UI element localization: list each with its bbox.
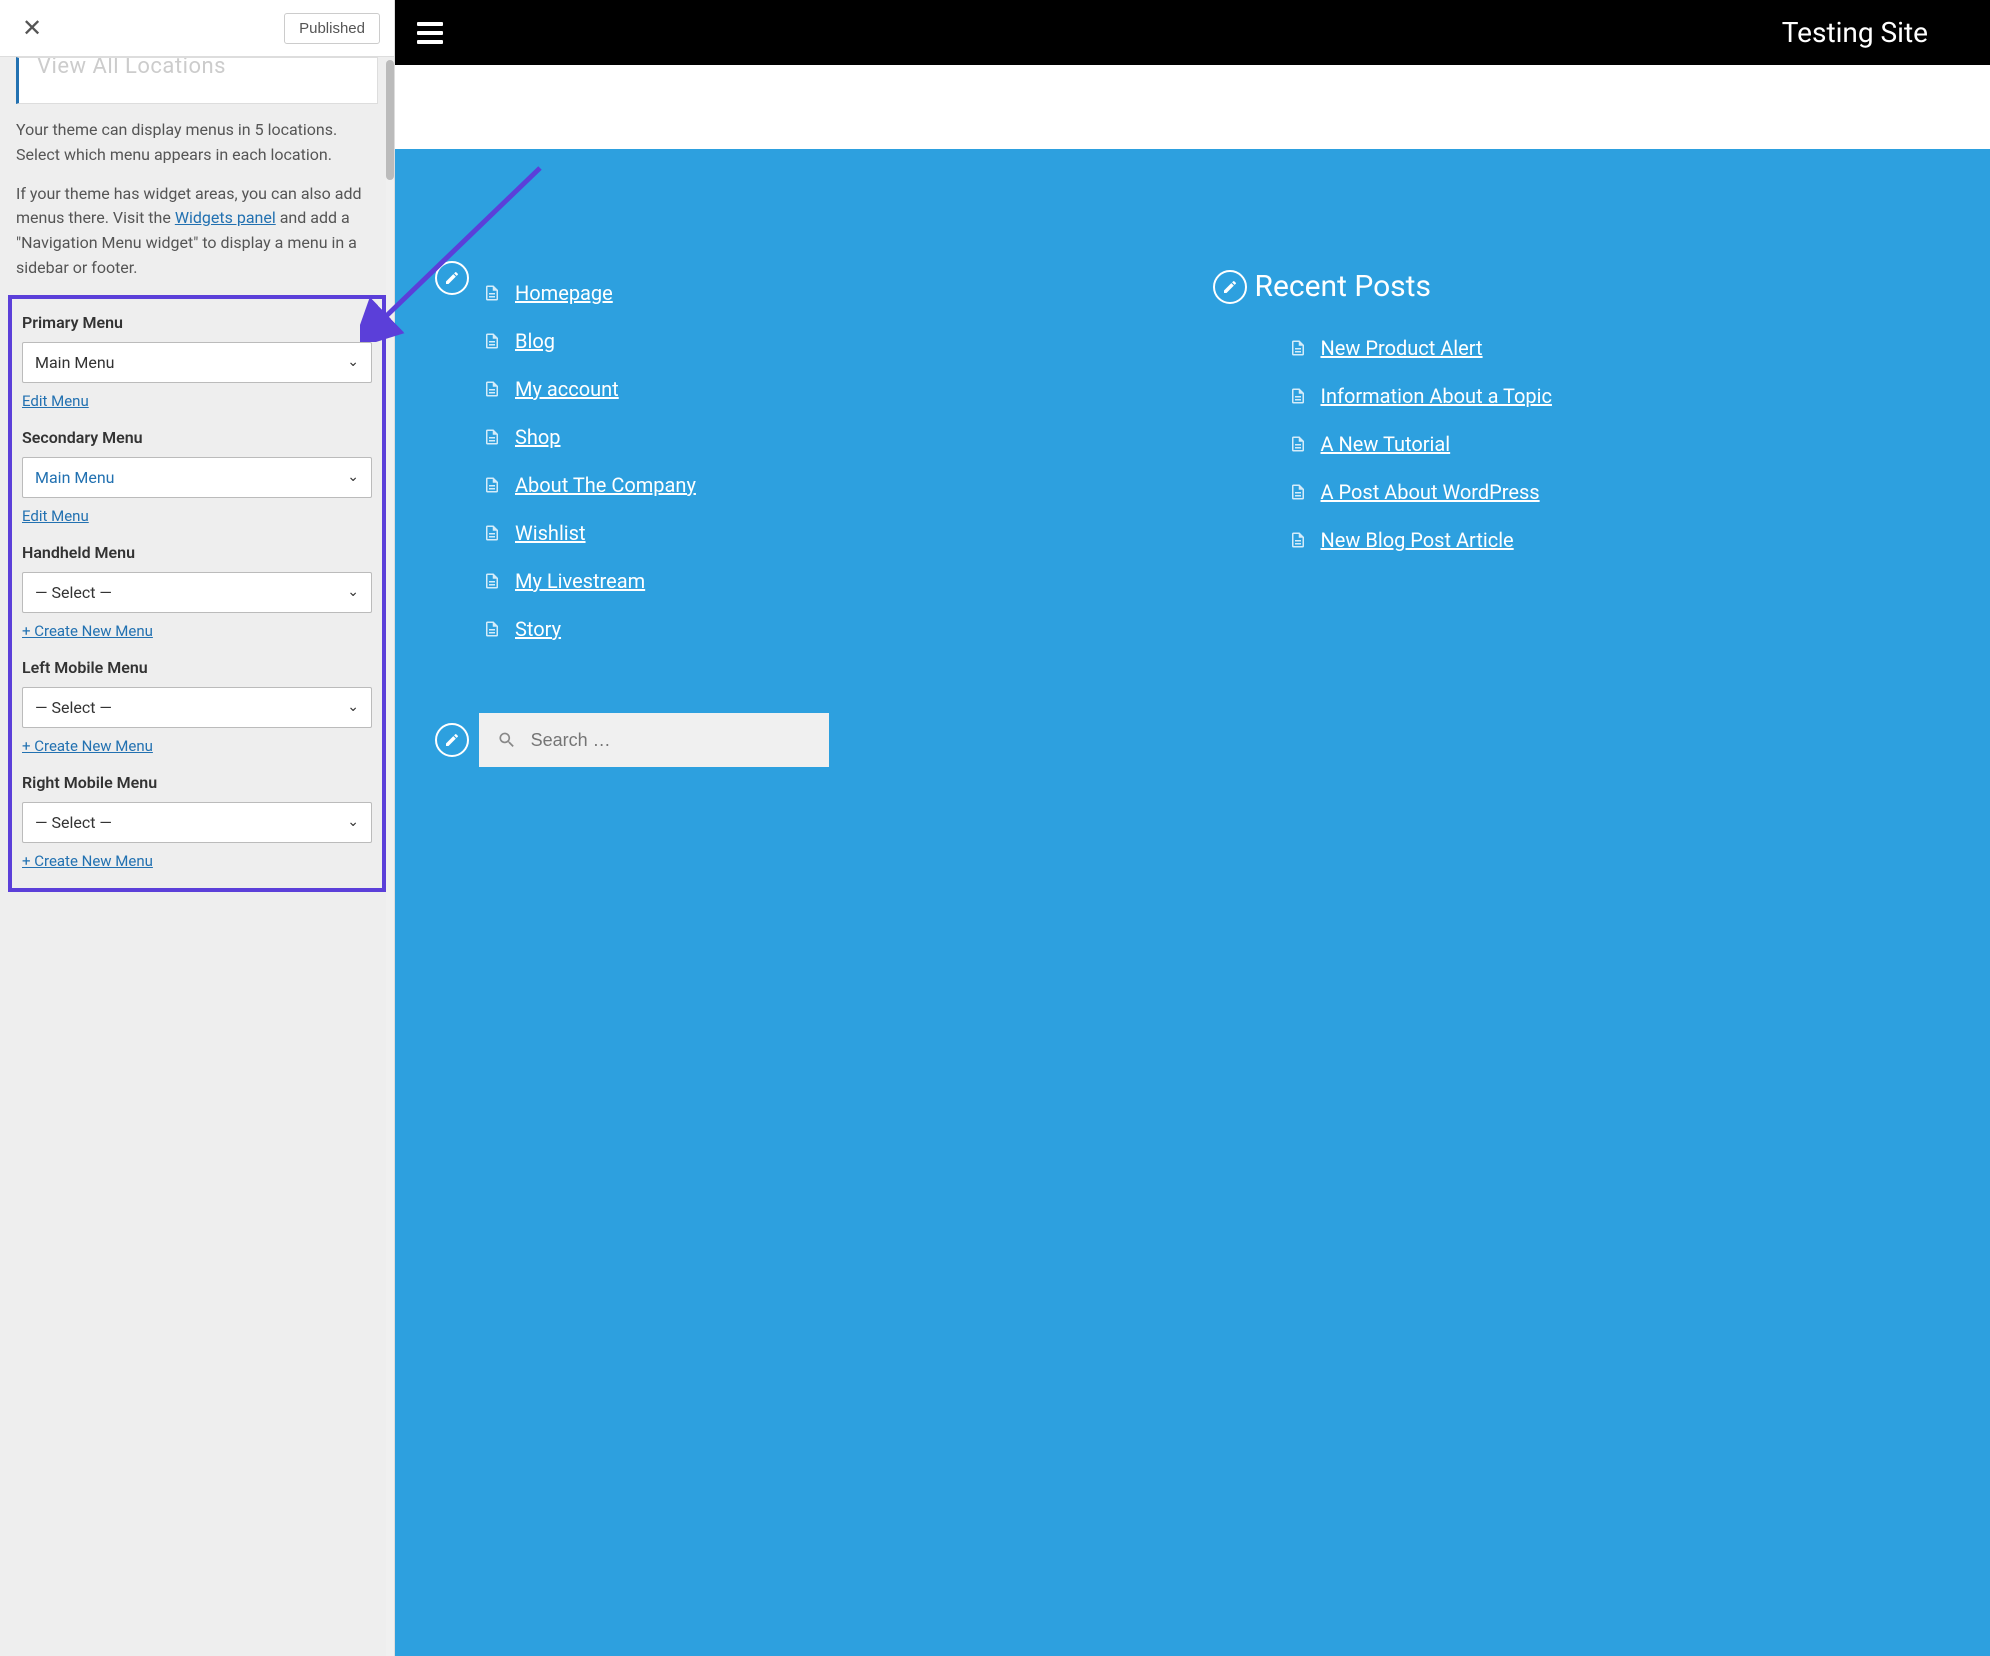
document-icon xyxy=(483,379,501,399)
recent-posts-title: Recent Posts xyxy=(1255,269,1431,304)
nav-link[interactable]: My account xyxy=(515,377,619,401)
document-icon xyxy=(483,571,501,591)
recent-posts-header: Recent Posts xyxy=(1213,269,1951,304)
list-item: A Post About WordPress xyxy=(1289,468,1951,516)
menu-select-secondary[interactable]: Main Menu ⌄ xyxy=(22,457,372,498)
edit-pencil-icon[interactable] xyxy=(1213,270,1247,304)
list-item: A New Tutorial xyxy=(1289,420,1951,468)
menu-location-label: Handheld Menu xyxy=(22,543,372,562)
list-item: Wishlist xyxy=(483,509,1173,557)
document-icon xyxy=(1289,530,1307,550)
document-icon xyxy=(483,331,501,351)
nav-link[interactable]: Blog xyxy=(515,329,555,353)
nav-column: Homepage Blog My account Shop About The … xyxy=(435,269,1173,1596)
document-icon xyxy=(1289,434,1307,454)
widgets-panel-link[interactable]: Widgets panel xyxy=(175,208,276,227)
document-icon xyxy=(483,523,501,543)
edit-pencil-icon[interactable] xyxy=(435,723,469,757)
menu-select-primary[interactable]: Main Menu ⌄ xyxy=(22,342,372,383)
list-item: New Blog Post Article xyxy=(1289,516,1951,564)
search-box[interactable] xyxy=(479,713,829,767)
list-item: My account xyxy=(483,365,1173,413)
post-link[interactable]: A Post About WordPress xyxy=(1321,480,1540,504)
intro-paragraph-1: Your theme can display menus in 5 locati… xyxy=(16,118,378,168)
list-item: Story xyxy=(483,605,1173,653)
menu-location-label: Right Mobile Menu xyxy=(22,773,372,792)
edit-menu-link[interactable]: Edit Menu xyxy=(22,507,89,525)
list-item: New Product Alert xyxy=(1289,324,1951,372)
document-icon xyxy=(483,619,501,639)
menu-location-handheld: Handheld Menu — Select — ⌄ + Create New … xyxy=(18,543,376,640)
list-item: Information About a Topic xyxy=(1289,372,1951,420)
search-icon xyxy=(497,729,517,751)
post-link[interactable]: New Blog Post Article xyxy=(1321,528,1514,552)
recent-posts-list: New Product Alert Information About a To… xyxy=(1213,324,1951,564)
post-link[interactable]: New Product Alert xyxy=(1321,336,1483,360)
create-menu-link[interactable]: + Create New Menu xyxy=(22,737,153,755)
nav-link[interactable]: Homepage xyxy=(515,281,613,305)
menu-location-primary: Primary Menu Main Menu ⌄ Edit Menu xyxy=(18,313,376,410)
document-icon xyxy=(483,475,501,495)
menu-location-right-mobile: Right Mobile Menu — Select — ⌄ + Create … xyxy=(18,773,376,870)
menu-select-handheld[interactable]: — Select — ⌄ xyxy=(22,572,372,613)
nav-link[interactable]: Wishlist xyxy=(515,521,586,545)
hamburger-icon[interactable] xyxy=(417,22,443,44)
menu-select-right-mobile[interactable]: — Select — ⌄ xyxy=(22,802,372,843)
chevron-down-icon: ⌄ xyxy=(347,354,359,370)
list-item: Shop xyxy=(483,413,1173,461)
create-menu-link[interactable]: + Create New Menu xyxy=(22,622,153,640)
document-icon xyxy=(1289,482,1307,502)
site-title: Testing Site xyxy=(1782,16,1928,49)
list-item: About The Company xyxy=(483,461,1173,509)
scrollbar-track[interactable] xyxy=(386,60,394,1656)
chevron-down-icon: ⌄ xyxy=(347,814,359,830)
nav-link[interactable]: About The Company xyxy=(515,473,696,497)
menu-location-secondary: Secondary Menu Main Menu ⌄ Edit Menu xyxy=(18,428,376,525)
menu-locations-highlight: Primary Menu Main Menu ⌄ Edit Menu Secon… xyxy=(8,295,386,892)
search-input[interactable] xyxy=(531,730,811,751)
document-icon xyxy=(483,427,501,447)
list-item: Blog xyxy=(483,317,1173,365)
document-icon xyxy=(483,283,501,303)
published-button[interactable]: Published xyxy=(284,13,380,44)
menu-location-left-mobile: Left Mobile Menu — Select — ⌄ + Create N… xyxy=(18,658,376,755)
menu-location-label: Left Mobile Menu xyxy=(22,658,372,677)
edit-pencil-icon[interactable] xyxy=(435,261,469,295)
chevron-down-icon: ⌄ xyxy=(347,469,359,485)
nav-link[interactable]: My Livestream xyxy=(515,569,645,593)
scrollbar-thumb[interactable] xyxy=(386,60,394,180)
white-gap xyxy=(395,65,1990,149)
document-icon xyxy=(1289,338,1307,358)
customizer-panel: ✕ Published View All Locations Your them… xyxy=(0,0,395,1656)
edit-menu-link[interactable]: Edit Menu xyxy=(22,392,89,410)
nav-link[interactable]: Shop xyxy=(515,425,561,449)
close-icon[interactable]: ✕ xyxy=(14,10,50,46)
nav-link[interactable]: Story xyxy=(515,617,561,641)
menu-location-label: Primary Menu xyxy=(22,313,372,332)
list-item: My Livestream xyxy=(483,557,1173,605)
customizer-header: ✕ Published xyxy=(0,0,394,57)
menu-select-left-mobile[interactable]: — Select — ⌄ xyxy=(22,687,372,728)
menu-location-label: Secondary Menu xyxy=(22,428,372,447)
nav-link-list: Homepage Blog My account Shop About The … xyxy=(435,269,1173,653)
recent-posts-column: Recent Posts New Product Alert Informati… xyxy=(1213,269,1951,1596)
site-header: Testing Site xyxy=(395,0,1990,65)
post-link[interactable]: Information About a Topic xyxy=(1321,384,1552,408)
intro-paragraph-2: If your theme has widget areas, you can … xyxy=(16,182,378,281)
list-item: Homepage xyxy=(483,269,1173,317)
footer-widget-area: Homepage Blog My account Shop About The … xyxy=(395,149,1990,1656)
search-widget xyxy=(435,713,1173,767)
section-heading-truncated: View All Locations xyxy=(16,57,378,104)
chevron-down-icon: ⌄ xyxy=(347,699,359,715)
document-icon xyxy=(1289,386,1307,406)
post-link[interactable]: A New Tutorial xyxy=(1321,432,1451,456)
customizer-scroll-area[interactable]: Your theme can display menus in 5 locati… xyxy=(0,104,394,1656)
create-menu-link[interactable]: + Create New Menu xyxy=(22,852,153,870)
chevron-down-icon: ⌄ xyxy=(347,584,359,600)
preview-pane: Testing Site Homepage Blog My account Sh… xyxy=(395,0,1990,1656)
